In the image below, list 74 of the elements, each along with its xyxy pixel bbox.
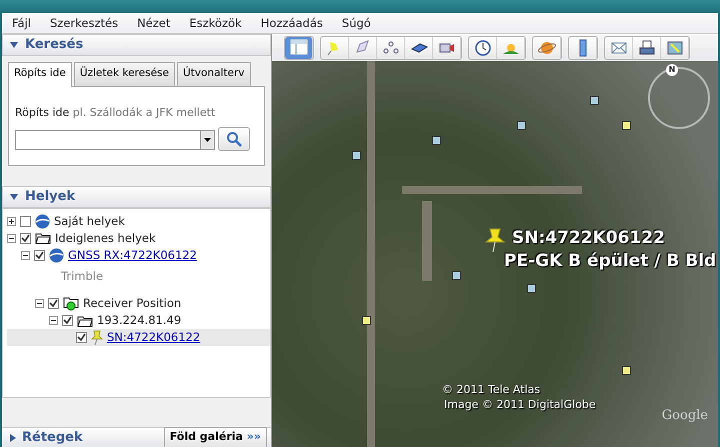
placemark-link[interactable]: SN:4722K06122 xyxy=(107,328,200,346)
printer-icon xyxy=(636,38,656,58)
attribution-text: © 2011 Tele Atlas xyxy=(442,382,540,398)
menu-item[interactable]: Eszközök xyxy=(189,15,242,31)
pushpin-icon xyxy=(91,330,103,345)
search-panel-header[interactable]: Keresés xyxy=(2,34,271,56)
map-marker-icon[interactable] xyxy=(622,121,631,130)
expand-icon[interactable] xyxy=(8,432,18,442)
panel-title: Keresés xyxy=(25,36,84,54)
map-marker-icon[interactable] xyxy=(527,284,536,293)
collapse-icon[interactable] xyxy=(9,192,19,202)
map-marker-icon[interactable] xyxy=(362,316,371,325)
map-marker-icon[interactable] xyxy=(517,121,526,130)
search-field[interactable] xyxy=(15,130,215,150)
compass-letter: N xyxy=(666,64,678,76)
tree-row[interactable]: 193.224.81.49 xyxy=(7,312,270,329)
clock-icon xyxy=(472,38,492,58)
tree-row[interactable]: GNSS RX:4722K06122 xyxy=(7,246,270,264)
map-marker-icon[interactable] xyxy=(352,151,361,160)
checkbox[interactable] xyxy=(76,332,87,343)
menu-item[interactable]: Szerkesztés xyxy=(50,15,118,31)
tree-label[interactable]: Receiver Position xyxy=(83,294,182,312)
tab[interactable]: Útvonalterv xyxy=(176,62,251,86)
map-marker-icon[interactable] xyxy=(590,96,599,105)
folder-icon xyxy=(77,314,93,326)
globe-icon xyxy=(35,214,50,229)
checkbox[interactable] xyxy=(20,232,31,244)
logo-text: Google xyxy=(662,406,708,424)
search-icon xyxy=(226,131,242,148)
tree-row[interactable]: Saját helyek xyxy=(7,212,270,230)
menu-item[interactable]: Hozzáadás xyxy=(260,15,323,31)
collapse-icon[interactable] xyxy=(7,234,16,243)
hint-text: pl. Szállodák a JFK mellett xyxy=(72,106,216,119)
menu-item[interactable]: Fájl xyxy=(12,15,31,31)
tree-label[interactable]: Saját helyek xyxy=(54,212,125,230)
placemark-label: SN:4722K06122 xyxy=(512,227,665,250)
attribution-text: Image © 2011 DigitalGlobe xyxy=(444,397,596,413)
panel-title: Helyek xyxy=(25,188,76,206)
menu-item[interactable]: Súgó xyxy=(342,15,371,31)
tree-label[interactable]: Ideiglenes helyek xyxy=(55,230,156,247)
collapse-icon[interactable] xyxy=(21,250,30,260)
checkbox[interactable] xyxy=(48,298,59,309)
globe-icon xyxy=(49,248,64,263)
placemark-link[interactable]: GNSS RX:4722K06122 xyxy=(68,246,197,264)
map-marker-icon[interactable] xyxy=(432,136,441,145)
collapse-icon[interactable] xyxy=(49,316,58,325)
pushpin-icon[interactable] xyxy=(484,227,506,253)
expand-icon[interactable] xyxy=(7,216,16,226)
description-text: Trimble xyxy=(60,268,104,285)
map-marker-icon[interactable] xyxy=(452,271,461,280)
sidebar-icon xyxy=(288,38,308,58)
checkbox[interactable] xyxy=(34,250,45,261)
building-label: PE-GK B épület / B Bld xyxy=(504,250,716,273)
folder-icon xyxy=(35,232,51,244)
collapse-icon[interactable] xyxy=(9,40,19,50)
satellite-map[interactable]: N SN:4722K06122 PE-GK B épület / B Bld © 2011 Tele Atlas Image © 2011 DigitalGlobe Google xyxy=(272,61,718,447)
search-button[interactable] xyxy=(218,127,250,152)
map-marker-icon[interactable] xyxy=(622,366,631,375)
places-panel-header[interactable]: Helyek xyxy=(2,186,271,208)
tree-row[interactable]: Ideiglenes helyek xyxy=(7,230,270,247)
checkbox[interactable] xyxy=(20,216,31,227)
panel-title: Rétegek xyxy=(22,428,83,447)
tree-label[interactable]: 193.224.81.49 xyxy=(97,312,182,330)
field-label: Röpíts ide xyxy=(15,106,70,119)
tab[interactable]: Röpíts ide xyxy=(8,62,72,87)
tree-row[interactable]: Receiver Position xyxy=(7,295,270,312)
tab[interactable]: Üzletek keresése xyxy=(74,62,175,86)
collapse-icon[interactable] xyxy=(35,299,44,308)
menu-item[interactable]: Nézet xyxy=(137,15,170,31)
receiver-folder-icon xyxy=(63,296,79,311)
dropdown-icon[interactable] xyxy=(204,138,211,142)
gallery-button[interactable]: Föld galéria »» xyxy=(164,427,267,447)
checkbox[interactable] xyxy=(62,315,73,326)
tree-row[interactable]: SN:4722K06122 xyxy=(7,329,270,346)
